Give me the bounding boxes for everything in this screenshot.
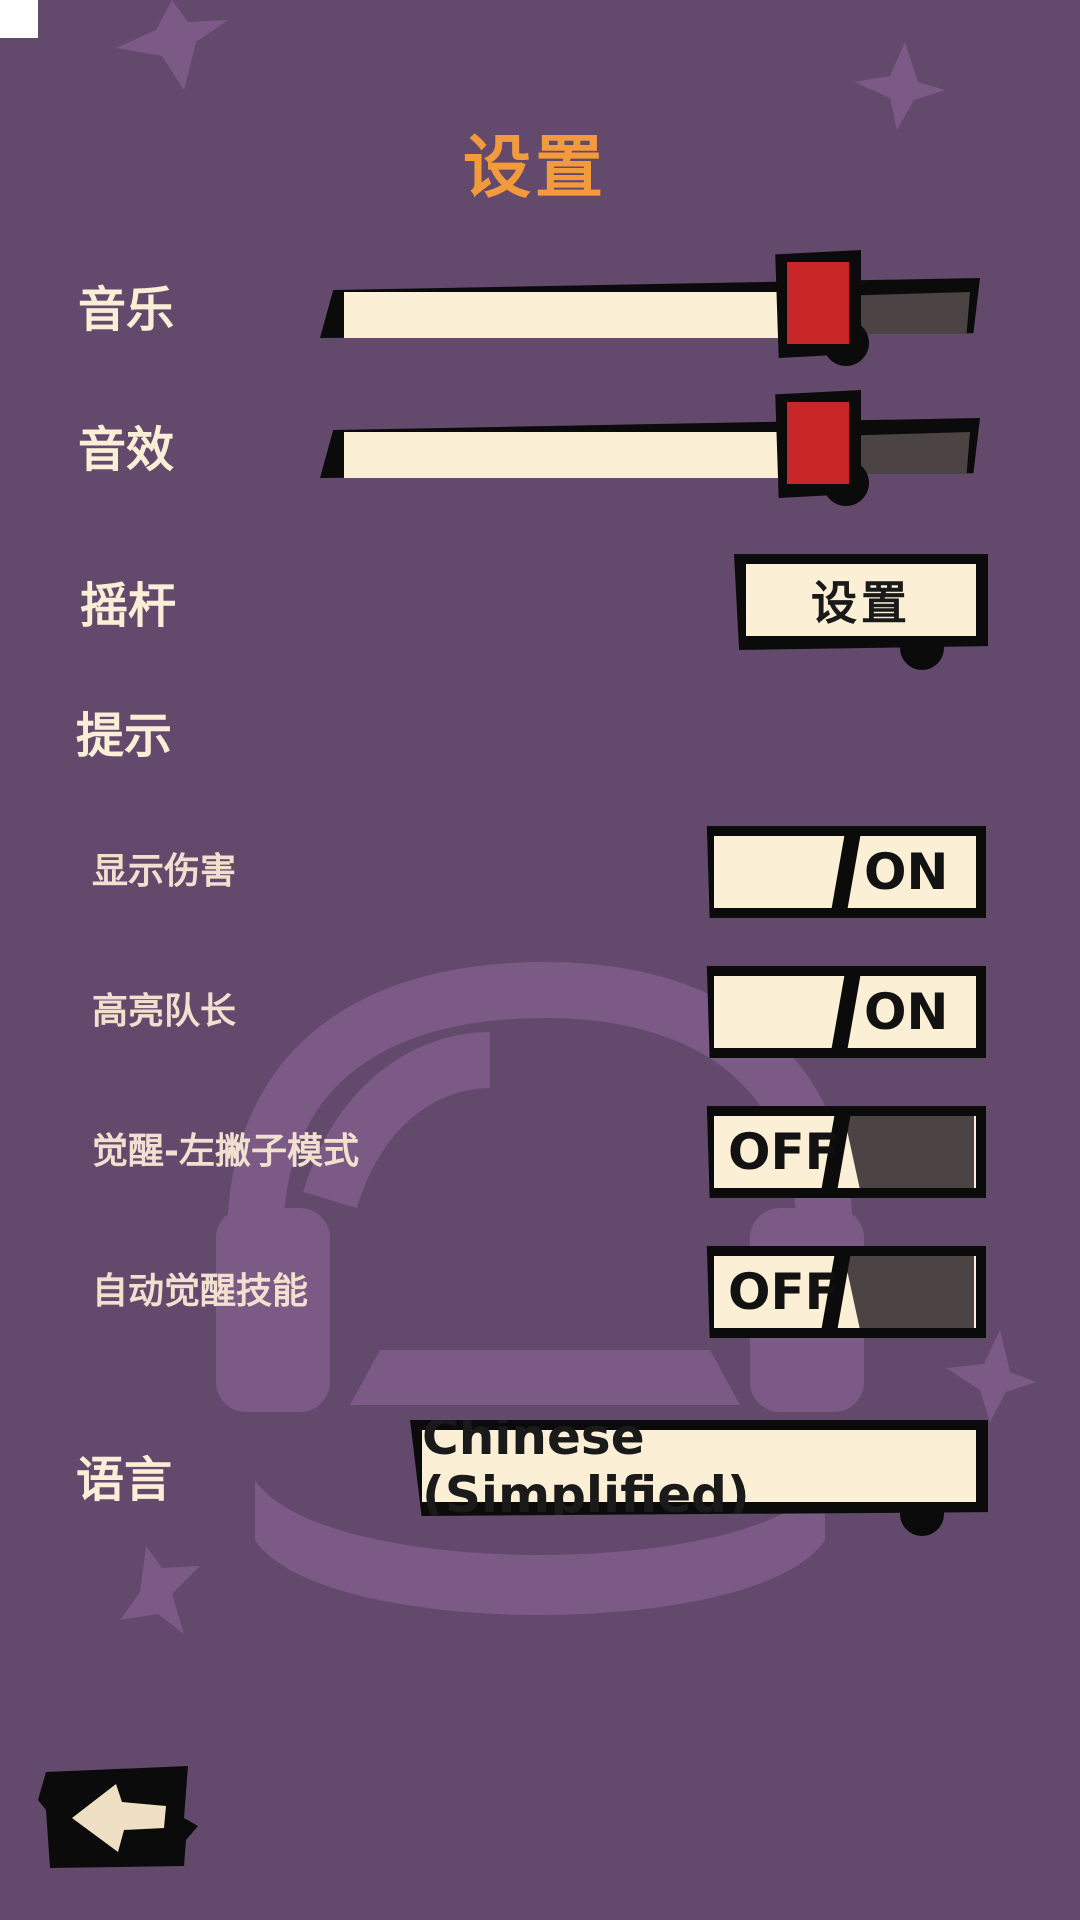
back-arrow-icon (38, 1766, 198, 1868)
back-button[interactable] (38, 1766, 198, 1870)
hint-label-awaken-lefthand: 觉醒-左撇子模式 (92, 1131, 359, 1172)
star-icon (120, 1546, 200, 1634)
toggle-dark-part (844, 1116, 974, 1188)
slider-thumb[interactable] (775, 390, 862, 498)
button-shadow (900, 640, 944, 670)
corner-mark (0, 0, 38, 38)
joystick-setup-button-label: 设置 (746, 564, 976, 636)
hint-label-highlight-leader: 高亮队长 (92, 991, 237, 1032)
star-icon (946, 1330, 1036, 1422)
auto-awaken-toggle[interactable]: OFF (706, 1246, 986, 1338)
music-label: 音乐 (78, 282, 175, 338)
toggle-state-text: OFF (728, 1263, 839, 1321)
hint-label-auto-awaken: 自动觉醒技能 (92, 1271, 309, 1312)
joystick-label: 摇杆 (80, 578, 177, 634)
language-selected-value: Chinese (Simplified) (422, 1420, 976, 1516)
page-title: 设置 (462, 129, 607, 208)
sfx-label: 音效 (78, 422, 175, 478)
sfx-volume-slider[interactable] (320, 390, 1000, 506)
toggle-state-text: ON (864, 983, 949, 1041)
language-select[interactable]: Chinese (Simplified) (410, 1420, 988, 1516)
highlight-leader-toggle[interactable]: ON (706, 966, 986, 1058)
awaken-lefthand-toggle[interactable]: OFF (706, 1106, 986, 1198)
hints-section-label: 提示 (76, 708, 173, 764)
toggle-state-text: OFF (728, 1123, 839, 1181)
show-damage-toggle[interactable]: ON (706, 826, 986, 918)
slider-thumb[interactable] (775, 250, 862, 358)
button-shadow (900, 1506, 944, 1536)
toggle-dark-part (844, 1256, 974, 1328)
hint-label-show-damage: 显示伤害 (92, 851, 237, 892)
slider-fill (344, 292, 790, 338)
music-volume-slider[interactable] (320, 250, 1000, 366)
star-icon (116, 0, 228, 90)
slider-empty (855, 432, 970, 474)
language-label: 语言 (76, 1452, 173, 1508)
slider-fill (344, 432, 790, 478)
joystick-setup-button[interactable]: 设置 (734, 554, 988, 650)
toggle-state-text: ON (864, 843, 949, 901)
slider-empty (855, 292, 970, 334)
